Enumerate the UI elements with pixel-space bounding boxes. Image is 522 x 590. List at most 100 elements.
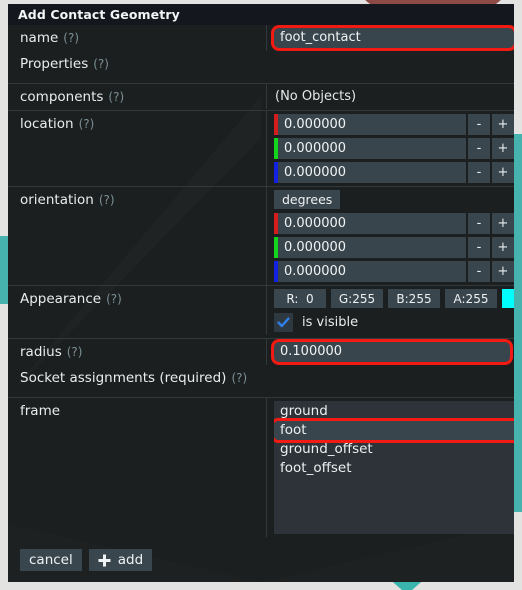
row-components: components (?) (No Objects) [8, 83, 514, 110]
cancel-button[interactable]: cancel [20, 549, 82, 571]
orientation-y-field[interactable]: 0.000000 [274, 237, 466, 258]
value-location: 0.000000 - + 0.000000 - + 0.000000 - + [266, 111, 514, 186]
name-input[interactable]: foot_contact [274, 28, 514, 48]
frame-listbox[interactable]: ground foot ground_offset foot_offset [274, 401, 514, 534]
row-location: location (?) 0.000000 - + 0.000000 - + 0… [8, 110, 514, 186]
label-appearance: Appearance (?) [8, 286, 266, 338]
location-z-increment-button[interactable]: + [492, 162, 514, 183]
orientation-z-field[interactable]: 0.000000 [274, 261, 466, 282]
orientation-units-button[interactable]: degrees [274, 190, 341, 209]
value-components: (No Objects) [266, 84, 514, 109]
list-item[interactable]: foot [274, 421, 514, 440]
location-z-decrement-button[interactable]: - [468, 162, 490, 183]
location-x-increment-button[interactable]: + [492, 114, 514, 135]
label-properties: Properties (?) [8, 51, 266, 77]
label-socket-assignments-text: Socket assignments (required) [20, 370, 227, 386]
row-name: name (?) foot_contact [8, 25, 514, 51]
orientation-y-row: 0.000000 - + [274, 237, 514, 258]
dialog-footer: cancel add [8, 538, 514, 582]
row-orientation: orientation (?) degrees 0.000000 - + 0.0… [8, 186, 514, 285]
location-x-decrement-button[interactable]: - [468, 114, 490, 135]
label-location-text: location [20, 116, 74, 132]
dialog-titlebar[interactable]: Add Contact Geometry [8, 4, 514, 25]
rgba-row: R: 0 G:255 B:255 A:255 [274, 289, 514, 308]
background-teal-right [514, 134, 522, 512]
label-name: name (?) [8, 25, 266, 51]
location-y-decrement-button[interactable]: - [468, 138, 490, 159]
value-appearance: R: 0 G:255 B:255 A:255 is visible [266, 286, 514, 335]
value-frame: ground foot ground_offset foot_offset [266, 398, 514, 537]
row-radius: radius (?) 0.100000 [8, 338, 514, 365]
orientation-x-decrement-button[interactable]: - [468, 213, 490, 234]
label-components: components (?) [8, 84, 266, 110]
help-icon-orientation[interactable]: (?) [99, 193, 115, 207]
row-properties: Properties (?) [8, 51, 514, 77]
help-icon-properties[interactable]: (?) [93, 57, 109, 71]
label-radius-text: radius [20, 344, 62, 360]
value-properties [266, 51, 514, 74]
label-socket-assignments: Socket assignments (required) (?) [8, 365, 266, 391]
color-channel-r[interactable]: R: 0 [274, 289, 326, 308]
location-z-row: 0.000000 - + [274, 162, 514, 183]
orientation-y-value: 0.000000 [284, 240, 347, 255]
value-orientation: degrees 0.000000 - + 0.000000 - + 0.0000… [266, 187, 514, 285]
help-icon-appearance[interactable]: (?) [106, 292, 122, 306]
orientation-z-decrement-button[interactable]: - [468, 261, 490, 282]
list-item[interactable]: foot_offset [274, 459, 514, 478]
list-item[interactable]: ground_offset [274, 440, 514, 459]
label-name-text: name [20, 30, 59, 46]
label-properties-text: Properties [20, 56, 89, 72]
value-radius: 0.100000 [266, 339, 514, 365]
orientation-x-value: 0.000000 [284, 216, 347, 231]
label-components-text: components [20, 89, 104, 105]
location-z-field[interactable]: 0.000000 [274, 162, 466, 183]
orientation-y-increment-button[interactable]: + [492, 237, 514, 258]
location-x-row: 0.000000 - + [274, 114, 514, 135]
orientation-z-increment-button[interactable]: + [492, 261, 514, 282]
location-y-row: 0.000000 - + [274, 138, 514, 159]
location-x-value: 0.000000 [284, 117, 347, 132]
label-orientation: orientation (?) [8, 187, 266, 285]
label-radius: radius (?) [8, 339, 266, 365]
color-channel-b[interactable]: B:255 [388, 289, 440, 308]
orientation-x-increment-button[interactable]: + [492, 213, 514, 234]
dialog-title: Add Contact Geometry [18, 7, 180, 22]
radius-input[interactable]: 0.100000 [274, 342, 510, 362]
color-channel-a[interactable]: A:255 [445, 289, 497, 308]
location-y-field[interactable]: 0.000000 [274, 138, 466, 159]
orientation-z-value: 0.000000 [284, 264, 347, 279]
location-z-value: 0.000000 [284, 165, 347, 180]
list-item[interactable]: ground [274, 402, 514, 421]
orientation-z-row: 0.000000 - + [274, 261, 514, 282]
components-value-text: (No Objects) [275, 89, 357, 104]
help-icon-name[interactable]: (?) [63, 31, 79, 45]
orientation-x-field[interactable]: 0.000000 [274, 213, 466, 234]
add-button[interactable]: add [88, 549, 153, 571]
help-icon-location[interactable]: (?) [79, 117, 95, 131]
label-orientation-text: orientation [20, 192, 94, 208]
help-icon-components[interactable]: (?) [108, 90, 124, 104]
color-channel-g[interactable]: G:255 [331, 289, 383, 308]
is-visible-label: is visible [302, 315, 359, 330]
location-y-value: 0.000000 [284, 141, 347, 156]
location-y-increment-button[interactable]: + [492, 138, 514, 159]
label-frame: frame [8, 398, 266, 541]
label-location: location (?) [8, 111, 266, 185]
is-visible-row[interactable]: is visible [274, 313, 514, 332]
check-icon [277, 317, 290, 328]
orientation-y-decrement-button[interactable]: - [468, 237, 490, 258]
add-contact-geometry-dialog: Add Contact Geometry name (?) foot_contac… [8, 4, 514, 582]
add-button-label: add [117, 552, 144, 568]
is-visible-checkbox[interactable] [274, 313, 293, 332]
row-frame: frame ground foot ground_offset foot_off… [8, 397, 514, 541]
row-socket-assignments: Socket assignments (required) (?) [8, 365, 514, 391]
help-icon-radius[interactable]: (?) [67, 345, 83, 359]
plus-icon [98, 554, 111, 567]
value-socket-assignments [266, 365, 514, 388]
help-icon-socket-assignments[interactable]: (?) [231, 371, 247, 385]
location-x-field[interactable]: 0.000000 [274, 114, 466, 135]
row-appearance: Appearance (?) R: 0 G:255 B:255 A:255 is… [8, 285, 514, 338]
value-name: foot_contact [266, 25, 514, 51]
dialog-body: name (?) foot_contact Properties (?) compo… [8, 25, 514, 541]
color-swatch[interactable] [502, 289, 514, 308]
